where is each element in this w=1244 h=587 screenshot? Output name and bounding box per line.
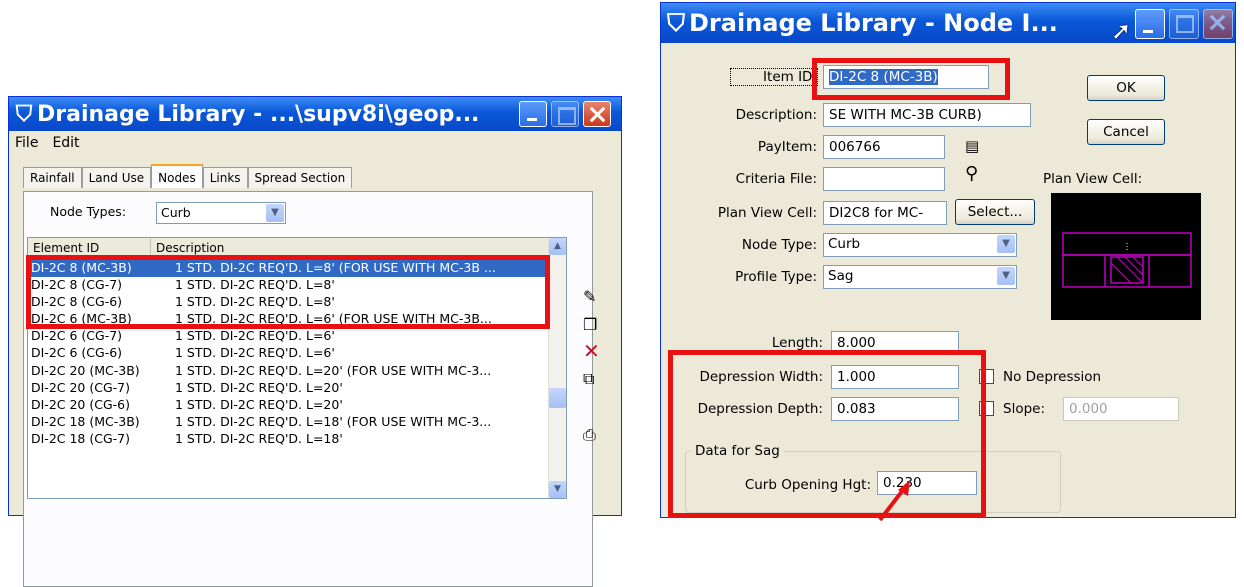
node-type-value: Curb: [828, 236, 861, 252]
close-button: [1203, 9, 1233, 39]
duplicate-icon[interactable]: ⧉: [583, 369, 594, 389]
description-cell: 1 STD. DI-2C REQ'D. L=6': [175, 345, 335, 361]
node-type-select[interactable]: Curb ▼: [823, 233, 1017, 257]
no-depression-label: No Depression: [1003, 369, 1102, 385]
title-bar[interactable]: ⛉ Drainage Library - Node I...: [661, 3, 1235, 43]
element-id-cell: DI-2C 20 (MC-3B): [31, 362, 140, 378]
highlight-box-item-id: [812, 58, 1010, 100]
app-icon: ⛉: [667, 9, 685, 37]
element-id-cell: DI-2C 6 (CG-6): [31, 345, 123, 361]
app-icon: ⛉: [15, 101, 33, 127]
close-button[interactable]: [583, 101, 611, 127]
maximize-button: [551, 101, 579, 127]
profile-type-label: Profile Type:: [735, 269, 817, 285]
minimize-button[interactable]: [1135, 9, 1165, 39]
slope-label: Slope:: [1003, 401, 1046, 417]
list-row[interactable]: DI-2C 18 (MC-3B) 1 STD. DI-2C REQ'D. L=18…: [28, 414, 548, 431]
highlight-box-depression: [668, 350, 986, 518]
plan-view-cell-caption: Plan View Cell:: [1043, 171, 1143, 187]
description-label: Description:: [735, 107, 817, 123]
node-types-select[interactable]: Curb ▼: [156, 202, 286, 224]
search-icon[interactable]: ⚲: [965, 163, 978, 184]
cell-drawing: [1062, 232, 1192, 288]
node-types-value: Curb: [161, 205, 191, 220]
length-label: Length:: [771, 335, 823, 351]
payitem-field[interactable]: 006766: [823, 135, 945, 159]
new-item-icon[interactable]: ✎: [583, 287, 596, 306]
description-field[interactable]: SE WITH MC-3B CURB): [823, 103, 1031, 127]
list-row[interactable]: DI-2C 20 (CG-6) 1 STD. DI-2C REQ'D. L=20': [28, 397, 548, 414]
element-id-cell: DI-2C 18 (MC-3B): [31, 413, 140, 429]
list-row[interactable]: DI-2C 6 (CG-7) 1 STD. DI-2C REQ'D. L=6': [28, 328, 548, 345]
menu-bar: File Edit: [9, 131, 621, 155]
element-id-cell: DI-2C 20 (CG-6): [31, 396, 130, 412]
print-icon[interactable]: ⎙: [583, 425, 596, 445]
criteria-file-label: Criteria File:: [735, 171, 817, 187]
chevron-down-icon[interactable]: ▼: [266, 204, 284, 222]
node-types-label: Node Types:: [50, 204, 127, 219]
delete-icon[interactable]: ✕: [583, 339, 600, 363]
tab-spread-section[interactable]: Spread Section: [247, 167, 353, 188]
description-cell: 1 STD. DI-2C REQ'D. L=20' (FOR USE WITH …: [175, 362, 492, 378]
list-row[interactable]: DI-2C 18 (CG-7) 1 STD. DI-2C REQ'D. L=18': [28, 431, 548, 448]
column-element-id[interactable]: Element ID: [33, 241, 99, 255]
element-id-cell: DI-2C 20 (CG-7): [31, 379, 130, 395]
vertical-scrollbar[interactable]: ▲ ▼: [548, 238, 566, 498]
window-title: Drainage Library - ...\supv8i\geop...: [37, 101, 480, 127]
keypad-icon[interactable]: ▤: [965, 137, 979, 155]
description-cell: 1 STD. DI-2C REQ'D. L=20': [175, 396, 343, 412]
copy-icon[interactable]: ❐: [583, 315, 597, 334]
description-cell: 1 STD. DI-2C REQ'D. L=18': [175, 430, 343, 446]
list-row[interactable]: DI-2C 20 (MC-3B) 1 STD. DI-2C REQ'D. L=20…: [28, 363, 548, 380]
description-cell: 1 STD. DI-2C REQ'D. L=6': [175, 328, 335, 344]
tab-strip: Rainfall Land Use Nodes Links Spread Sec…: [23, 164, 353, 188]
plan-view-cell-field[interactable]: DI2C8 for MC-: [823, 201, 947, 225]
list-row[interactable]: DI-2C 6 (CG-6) 1 STD. DI-2C REQ'D. L=6': [28, 345, 548, 362]
description-cell: 1 STD. DI-2C REQ'D. L=18' (FOR USE WITH …: [175, 413, 492, 429]
payitem-label: PayItem:: [757, 139, 817, 155]
menu-edit[interactable]: Edit: [52, 135, 79, 151]
scroll-thumb[interactable]: [549, 388, 566, 408]
element-id-cell: DI-2C 6 (CG-7): [31, 328, 123, 344]
maximize-button: [1169, 9, 1199, 39]
profile-type-value: Sag: [828, 268, 854, 284]
column-description[interactable]: Description: [156, 241, 224, 255]
tab-nodes[interactable]: Nodes: [151, 164, 203, 188]
node-type-label: Node Type:: [741, 237, 817, 253]
select-button[interactable]: Select...: [955, 199, 1035, 225]
chevron-down-icon[interactable]: ▼: [997, 235, 1015, 253]
tab-land-use[interactable]: Land Use: [81, 167, 152, 188]
scroll-down-icon[interactable]: ▼: [549, 481, 566, 498]
criteria-file-field[interactable]: [823, 167, 945, 191]
slope-field: 0.000: [1063, 397, 1179, 421]
annotation-arrow: [878, 480, 910, 522]
plan-view-cell-preview: [1051, 193, 1201, 320]
scroll-up-icon[interactable]: ▲: [549, 238, 566, 255]
ok-button[interactable]: OK: [1087, 75, 1165, 101]
mouse-cursor-icon: ➚: [1111, 17, 1132, 45]
highlight-box: [26, 255, 550, 329]
cancel-button[interactable]: Cancel: [1087, 119, 1165, 145]
profile-type-select[interactable]: Sag ▼: [823, 265, 1017, 289]
plan-view-cell-label: Plan View Cell:: [717, 205, 817, 221]
tab-rainfall[interactable]: Rainfall: [23, 167, 82, 188]
list-row[interactable]: DI-2C 20 (CG-7) 1 STD. DI-2C REQ'D. L=20': [28, 380, 548, 397]
chevron-down-icon[interactable]: ▼: [997, 267, 1015, 285]
window-title: Drainage Library - Node I...: [689, 9, 1058, 37]
menu-file[interactable]: File: [15, 135, 38, 151]
title-bar[interactable]: ⛉ Drainage Library - ...\supv8i\geop...: [9, 97, 621, 131]
item-id-label: Item ID:: [730, 68, 818, 86]
element-id-cell: DI-2C 18 (CG-7): [31, 430, 130, 446]
minimize-button[interactable]: [519, 101, 547, 127]
tab-links[interactable]: Links: [202, 167, 248, 188]
description-cell: 1 STD. DI-2C REQ'D. L=20': [175, 379, 343, 395]
